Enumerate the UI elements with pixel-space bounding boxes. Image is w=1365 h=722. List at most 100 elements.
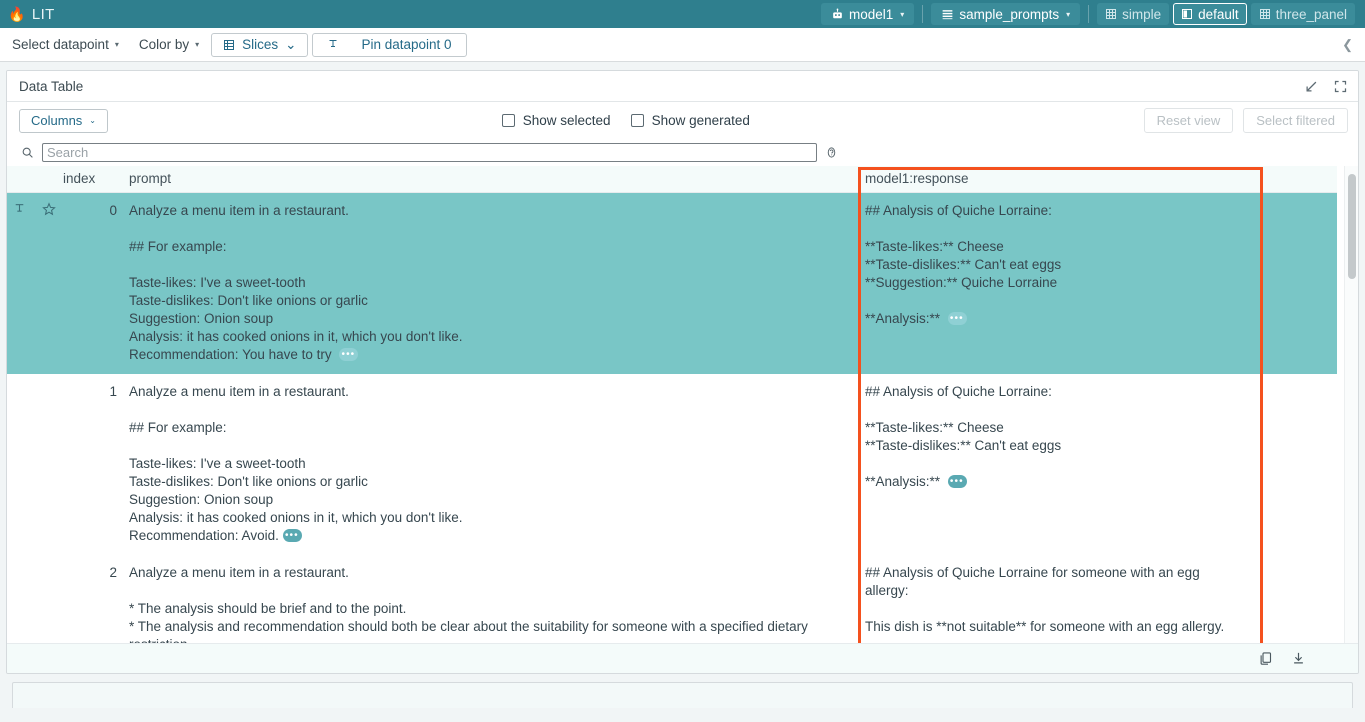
cell-response: ## Analysis of Quiche Lorraine for someo… [859,555,1249,643]
row-action-cell [7,555,57,643]
cell-response: ## Analysis of Quiche Lorraine: **Taste-… [859,193,1249,375]
table-action-buttons: Reset view Select filtered [1144,108,1348,133]
expand-text-icon[interactable]: ••• [339,348,358,361]
pin-datapoint-label: Pin datapoint 0 [361,37,451,52]
table-row[interactable]: 2 Analyze a menu item in a restaurant. *… [7,555,1337,643]
model-selector[interactable]: model1 ▾ [821,3,914,25]
bottom-panel-strip [12,682,1353,708]
color-by-label: Color by [139,37,189,52]
column-header-response[interactable]: model1:response [859,166,1249,193]
table-header: index prompt model1:response [7,166,1337,193]
checkbox-box [631,114,644,127]
layout-tab-label: simple [1122,7,1161,22]
dataset-selector-label: sample_prompts [959,7,1059,22]
flame-icon: 🔥 [8,7,26,21]
table-header-row: index prompt model1:response [7,166,1337,193]
column-header-prompt[interactable]: prompt [123,166,859,193]
dataset-selector[interactable]: sample_prompts ▾ [931,3,1080,25]
expand-text-icon[interactable]: ••• [948,475,967,488]
search-icon [21,146,34,159]
star-icon[interactable] [42,202,56,216]
model-selector-group: model1 ▾ [821,0,931,28]
header-controls: model1 ▾ sample_prompts ▾ [821,0,1359,28]
table-row[interactable]: 1 Analyze a menu item in a restaurant. #… [7,374,1337,555]
dataset-icon [941,8,954,21]
model-selector-label: model1 [849,7,893,22]
table-body: 0 Analyze a menu item in a restaurant. #… [7,193,1337,644]
columns-button[interactable]: Columns ⌄ [19,109,108,133]
cell-index: 0 [57,193,123,375]
row-action-cell [7,193,57,375]
select-filtered-button[interactable]: Select filtered [1243,108,1348,133]
header-divider-2 [1088,5,1089,23]
table-controls-row: Columns ⌄ Show selected Show generated R… [7,102,1358,139]
cell-prompt: Analyze a menu item in a restaurant. ## … [123,374,859,555]
app-logo: 🔥 LIT [8,6,55,23]
grid-icon [1105,8,1117,20]
layout-tabs: simple default [1097,0,1359,28]
header-row-actions [7,166,57,193]
module-titlebar: Data Table [7,71,1358,102]
dataset-selector-group: sample_prompts ▾ [931,0,1097,28]
slices-button[interactable]: Slices ⌄ [211,33,308,57]
copy-icon[interactable] [1258,651,1273,666]
data-table-module: Data Table Columns ⌄ [6,70,1359,674]
reset-view-label: Reset view [1157,113,1221,128]
cell-spacer [1249,193,1337,375]
table-checkboxes: Show selected Show generated [502,113,750,128]
chevron-down-icon: ⌄ [89,116,96,125]
response-text: ## Analysis of Quiche Lorraine: **Taste-… [865,203,1061,326]
response-text: ## Analysis of Quiche Lorraine: **Taste-… [865,384,1061,489]
download-icon[interactable] [1291,651,1306,666]
checkbox-box [502,114,515,127]
panel-icon [1181,8,1193,20]
select-datapoint-menu[interactable]: Select datapoint ▾ [4,33,127,56]
layout-tab-default[interactable]: default [1173,3,1247,25]
pin-datapoint-button[interactable]: Pin datapoint 0 [312,33,466,57]
fullscreen-icon[interactable] [1333,79,1348,94]
header-spacer [1249,166,1337,193]
pin-icon [327,38,339,51]
layout-tab-simple[interactable]: simple [1097,3,1169,25]
reset-view-button[interactable]: Reset view [1144,108,1234,133]
show-generated-label: Show generated [652,113,750,128]
scrollbar-thumb[interactable] [1348,174,1356,279]
column-header-index[interactable]: index [57,166,123,193]
table-scroll-area: index prompt model1:response [7,166,1358,643]
module-titlebar-icons [1304,79,1348,94]
page-title: Data Table [19,79,83,94]
response-text: ## Analysis of Quiche Lorraine for someo… [865,565,1224,643]
expand-text-icon[interactable]: ••• [283,529,302,542]
table-search-row [7,139,1358,166]
cell-index: 1 [57,374,123,555]
select-filtered-label: Select filtered [1256,113,1335,128]
expand-text-icon[interactable]: ••• [948,312,967,325]
chevron-down-icon: ▾ [115,40,119,49]
color-by-menu[interactable]: Color by ▾ [131,33,207,56]
chevron-left-icon[interactable]: ❮ [1342,37,1353,53]
show-generated-checkbox[interactable]: Show generated [631,113,750,128]
select-datapoint-label: Select datapoint [12,37,109,52]
show-selected-checkbox[interactable]: Show selected [502,113,611,128]
chevron-down-icon: ⌄ [285,37,296,53]
toolbar-right: ❮ [1342,37,1355,53]
pin-icon[interactable] [13,202,26,216]
row-action-cell [7,374,57,555]
chevron-down-icon: ▾ [1066,10,1070,19]
search-input[interactable] [42,143,817,162]
layout-tab-three-panel[interactable]: three_panel [1251,3,1355,25]
cell-prompt: Analyze a menu item in a restaurant. ## … [123,193,859,375]
layout-tab-label: three_panel [1276,7,1347,22]
layout-tab-label: default [1198,7,1239,22]
header-divider-1 [922,5,923,23]
help-icon[interactable] [825,146,838,159]
vertical-scrollbar[interactable] [1344,166,1358,643]
table-row[interactable]: 0 Analyze a menu item in a restaurant. #… [7,193,1337,375]
cell-index: 2 [57,555,123,643]
cell-spacer [1249,555,1337,643]
robot-icon [831,8,844,21]
data-table: index prompt model1:response [7,166,1337,643]
slices-label: Slices [242,37,278,52]
slices-icon [223,39,235,51]
minimize-icon[interactable] [1304,79,1319,94]
